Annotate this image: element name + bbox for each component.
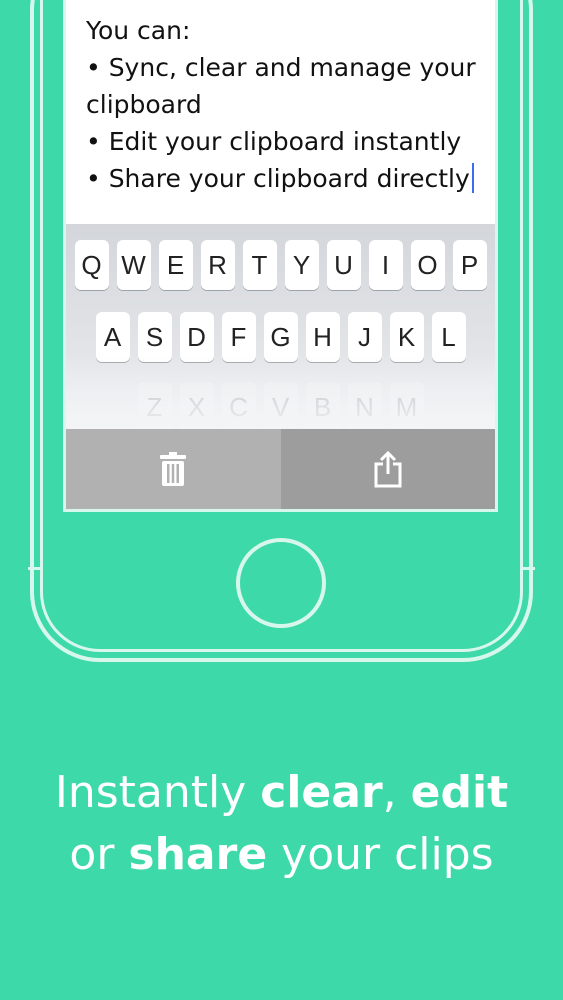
key-o[interactable]: O [410,240,445,290]
keyboard-row-1: Q W E R T Y U I O P [66,240,495,290]
tagline-line-1: Instantly clear, edit [0,762,563,824]
key-t[interactable]: T [242,240,277,290]
note-line: • Share your clipboard directly [86,164,470,193]
note-line-last: • Share your clipboard directly [86,160,485,197]
key-q[interactable]: Q [74,240,109,290]
note-line: clipboard [86,90,202,119]
home-button[interactable] [236,538,326,628]
tagline-text: , [382,767,411,818]
trash-icon [160,452,187,486]
key-e[interactable]: E [158,240,193,290]
action-bar [66,429,495,509]
key-r[interactable]: R [200,240,235,290]
tagline-text: your clips [267,829,494,880]
phone-side-notch [28,567,42,570]
note-line: • Edit your clipboard instantly [86,127,462,156]
tagline-bold-edit: edit [410,767,509,818]
key-p[interactable]: P [452,240,487,290]
text-caret [471,163,474,193]
note-text-area[interactable]: You can: • Sync, clear and manage your c… [86,12,485,197]
note-line: You can: [86,16,191,45]
delete-button[interactable] [66,429,281,509]
tagline-text: Instantly [54,767,261,818]
share-icon [374,450,402,488]
share-button[interactable] [280,429,495,509]
key-i[interactable]: I [368,240,403,290]
key-u[interactable]: U [326,240,361,290]
phone-screen: You can: • Sync, clear and manage your c… [63,0,498,512]
note-line: • Sync, clear and manage your [86,53,476,82]
keyboard: Q W E R T Y U I O P A S D F G H J K L Z … [66,224,495,432]
tagline-line-2: or share your clips [0,824,563,886]
key-w[interactable]: W [116,240,151,290]
tagline-bold-share: share [128,829,268,880]
tagline: Instantly clear, edit or share your clip… [0,762,563,886]
phone-side-notch [521,567,535,570]
tagline-text: or [69,829,129,880]
tagline-bold-clear: clear [260,767,383,818]
key-y[interactable]: Y [284,240,319,290]
keyboard-fade-overlay [66,354,495,429]
